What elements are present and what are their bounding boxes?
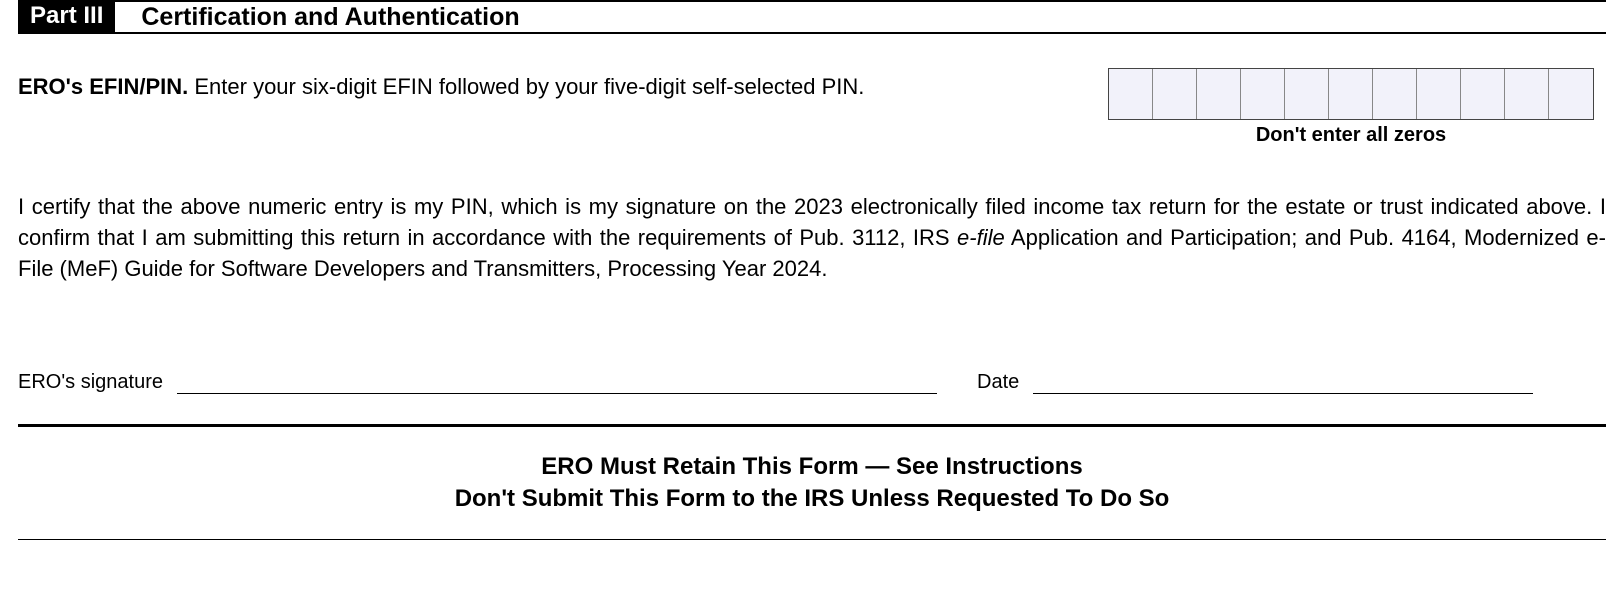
part-title: Certification and Authentication [141, 3, 519, 32]
pin-box-5[interactable] [1285, 69, 1329, 119]
footer-notice: ERO Must Retain This Form — See Instruct… [18, 451, 1606, 516]
pin-boxes-container: Don't enter all zeros [1108, 68, 1594, 147]
efin-pin-row: ERO's EFIN/PIN. Enter your six-digit EFI… [18, 68, 1606, 147]
part-header: Part III Certification and Authenticatio… [18, 0, 1606, 34]
date-group: Date [977, 371, 1533, 394]
thin-rule [18, 539, 1606, 540]
pin-box-3[interactable] [1197, 69, 1241, 119]
pin-box-7[interactable] [1373, 69, 1417, 119]
pin-caption: Don't enter all zeros [1256, 124, 1446, 147]
pin-box-2[interactable] [1153, 69, 1197, 119]
pin-box-6[interactable] [1329, 69, 1373, 119]
date-label: Date [977, 371, 1033, 394]
pin-box-11[interactable] [1549, 69, 1593, 119]
signature-row: ERO's signature Date [18, 371, 1606, 394]
certification-paragraph: I certify that the above numeric entry i… [18, 191, 1606, 285]
pin-boxes[interactable] [1108, 68, 1594, 120]
efin-instruction: Enter your six-digit EFIN followed by yo… [188, 74, 864, 99]
ero-signature-label: ERO's signature [18, 371, 177, 394]
efin-label: ERO's EFIN/PIN. [18, 74, 188, 99]
footer-line-2: Don't Submit This Form to the IRS Unless… [18, 483, 1606, 515]
ero-signature-line[interactable] [177, 374, 937, 394]
ero-signature-group: ERO's signature [18, 371, 937, 394]
pin-box-1[interactable] [1109, 69, 1153, 119]
cert-text-italic: e-file [957, 225, 1005, 250]
pin-box-8[interactable] [1417, 69, 1461, 119]
heavy-rule [18, 424, 1606, 427]
pin-box-9[interactable] [1461, 69, 1505, 119]
efin-instruction-text: ERO's EFIN/PIN. Enter your six-digit EFI… [18, 68, 1068, 100]
pin-box-4[interactable] [1241, 69, 1285, 119]
footer-line-1: ERO Must Retain This Form — See Instruct… [18, 451, 1606, 483]
pin-box-10[interactable] [1505, 69, 1549, 119]
date-line[interactable] [1033, 374, 1533, 394]
part-label: Part III [18, 2, 115, 32]
